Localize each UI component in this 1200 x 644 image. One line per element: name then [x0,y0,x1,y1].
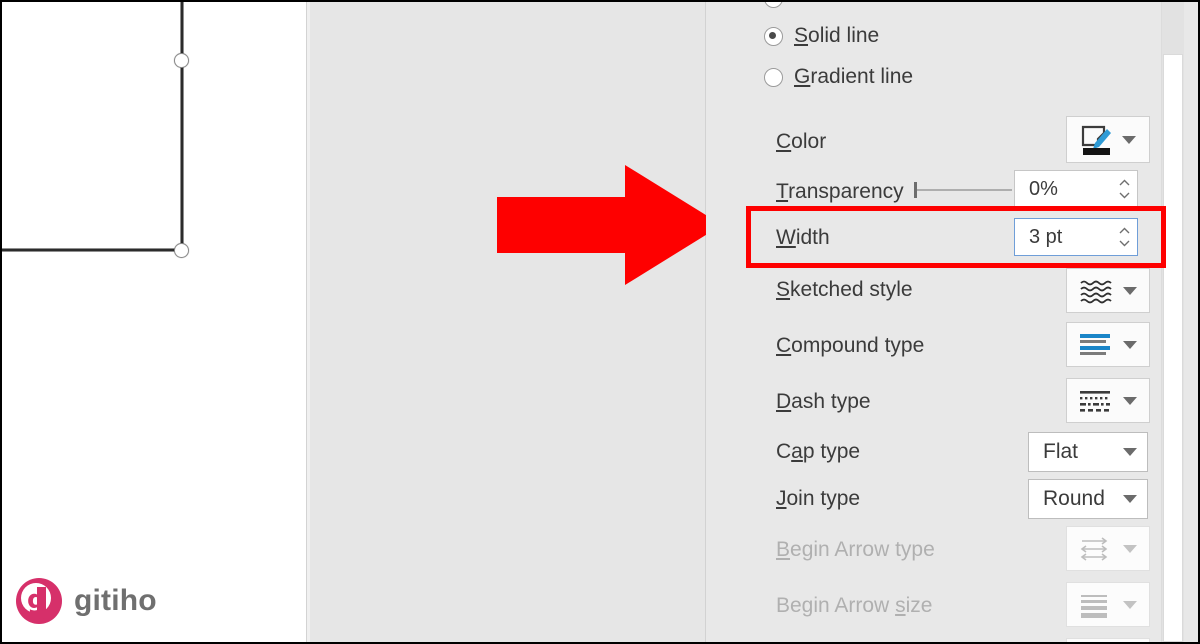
dash-type-dropdown[interactable] [1066,378,1150,423]
radio-icon-gradient-line[interactable] [764,67,783,87]
chevron-down-icon-dash[interactable] [1123,396,1137,405]
shape-handle-middle-right[interactable] [174,53,189,68]
label-begin-arrow-type: Begin Arrow type [776,538,935,561]
scrollbar-thumb[interactable] [1163,54,1183,642]
chevron-down-icon-sketched[interactable] [1123,286,1137,295]
transparency-slider[interactable] [914,181,1012,199]
radio-no-line-partial[interactable] [764,2,800,10]
transparency-spinner[interactable]: 0% [1014,170,1138,208]
label-transparency: Transparency [776,180,904,203]
chevron-down-icon-begin-arrow-type [1123,544,1137,553]
chevron-up-icon-transparency[interactable] [1119,179,1130,186]
join-type-combobox[interactable]: Round [1028,479,1148,519]
gitiho-brand-text: gitiho [74,584,157,617]
arrow-size-icon [1079,592,1115,618]
selected-shape-horizontal-edge[interactable] [2,248,184,252]
chevron-down-icon-width[interactable] [1119,240,1130,247]
gitiho-watermark: g gitiho [16,578,157,624]
chevron-down-icon-transparency[interactable] [1119,192,1130,199]
radio-solid-line[interactable]: Solid line [764,24,879,48]
label-join-type: Join type [776,487,861,510]
label-cap-type: Cap type [776,440,861,463]
radio-gradient-line[interactable]: Gradient line [764,65,913,89]
gitiho-logo-letter: g [27,585,46,615]
chevron-down-icon-cap-type[interactable] [1123,448,1137,456]
begin-arrow-size-dropdown [1066,582,1150,627]
slider-track [914,189,1012,191]
radio-label-gradient-line: Gradient line [794,65,914,88]
transparency-spin-buttons[interactable] [1111,171,1137,207]
begin-arrow-type-dropdown [1066,526,1150,571]
cap-type-value: Flat [1043,440,1079,463]
shape-handle-bottom-right[interactable] [174,243,189,258]
width-spin-buttons[interactable] [1111,219,1137,255]
chevron-down-icon-compound[interactable] [1123,340,1137,349]
chevron-down-icon-color[interactable] [1122,135,1136,144]
app-screen: g gitiho Solid line Gradient line Color … [2,2,1198,642]
label-compound-type: Compound type [776,334,925,357]
chevron-down-icon-join-type[interactable] [1123,495,1137,503]
chevron-down-icon-begin-arrow-size [1123,600,1137,609]
red-pointer-arrow [497,165,722,290]
radio-icon-partial[interactable] [764,2,783,8]
radio-label-partial [794,2,800,10]
sketched-style-dropdown[interactable] [1066,268,1150,313]
label-sketched-style: Sketched style [776,278,913,301]
pen-color-icon [1080,124,1114,156]
cap-type-combobox[interactable]: Flat [1028,432,1148,472]
label-color: Color [776,130,827,153]
compound-type-dropdown[interactable] [1066,322,1150,367]
width-value[interactable]: 3 pt [1015,226,1111,249]
slider-thumb[interactable] [914,182,917,198]
sketched-lines-icon [1079,278,1115,304]
selected-shape-vertical-edge[interactable] [180,2,184,256]
dash-lines-icon [1079,388,1115,414]
gitiho-logo-icon: g [16,578,62,624]
vertical-scrollbar[interactable] [1161,2,1184,642]
format-shape-pane: Solid line Gradient line Color Transpare… [706,2,1198,642]
label-width: Width [776,226,830,249]
radio-icon-solid-line[interactable] [764,26,783,46]
compound-lines-icon [1079,332,1115,358]
next-row-dropdown-partial [1066,638,1150,642]
chevron-up-icon-width[interactable] [1119,227,1130,234]
label-begin-arrow-size: Begin Arrow size [776,594,933,617]
join-type-value: Round [1043,487,1105,510]
pane-right-edge [1184,2,1198,642]
label-dash-type: Dash type [776,390,871,413]
color-picker-button[interactable] [1066,116,1150,163]
radio-label-solid-line: Solid line [794,24,880,47]
workspace-gap [306,2,722,642]
arrow-type-icon [1079,536,1115,562]
document-canvas[interactable]: g gitiho [2,2,306,642]
width-spinner[interactable]: 3 pt [1014,218,1138,256]
transparency-value[interactable]: 0% [1015,178,1111,201]
